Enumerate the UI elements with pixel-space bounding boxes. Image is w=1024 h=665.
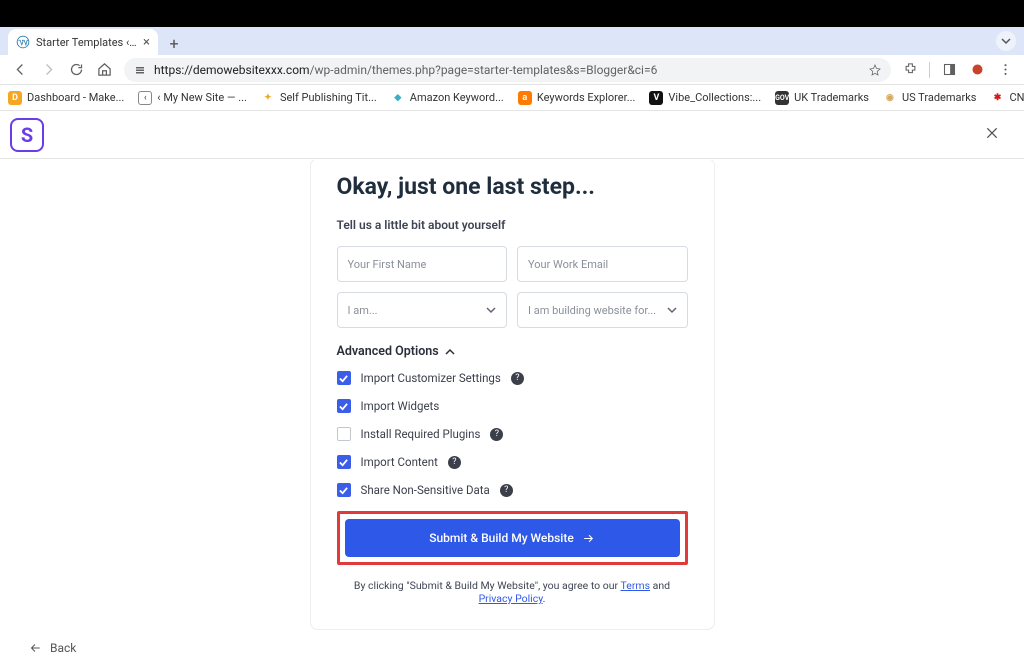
close-icon: [984, 125, 1000, 141]
option-label: Share Non-Sensitive Data: [361, 483, 490, 497]
purpose-select[interactable]: I am building website for...: [517, 292, 688, 328]
tab-overflow-button[interactable]: [996, 31, 1016, 51]
submit-build-button[interactable]: Submit & Build My Website: [345, 519, 680, 557]
extensions-icon[interactable]: [899, 58, 921, 82]
toolbar-divider: [929, 62, 930, 78]
checkbox-share-data[interactable]: [337, 483, 351, 497]
checkbox-import-customizer[interactable]: [337, 371, 351, 385]
site-settings-icon[interactable]: [134, 64, 146, 76]
advanced-options-toggle[interactable]: Advanced Options: [337, 344, 688, 359]
chevron-down-icon: [667, 305, 677, 315]
help-icon[interactable]: ?: [511, 372, 524, 385]
bookmark-item[interactable]: ✱CN Trademarks: [990, 91, 1024, 105]
bookmark-item[interactable]: DDashboard - Make...: [8, 91, 124, 105]
submit-highlight-frame: Submit & Build My Website: [337, 511, 688, 565]
browser-menu-icon[interactable]: [994, 58, 1016, 82]
tab-close-icon[interactable]: ×: [143, 35, 150, 50]
option-label: Import Customizer Settings: [361, 371, 501, 385]
bookmark-item[interactable]: GOVUK Trademarks: [775, 91, 869, 105]
option-row: Import Customizer Settings ?: [337, 371, 688, 385]
chevron-down-icon: [486, 305, 496, 315]
option-row: Install Required Plugins ?: [337, 427, 688, 441]
window-top-border: [0, 0, 1024, 27]
browser-toolbar: https://demowebsitexxx.com/wp-admin/them…: [0, 55, 1024, 85]
help-icon[interactable]: ?: [490, 428, 503, 441]
app-header-bar: S: [0, 111, 1024, 159]
consent-text: By clicking "Submit & Build My Website",…: [337, 579, 688, 605]
new-tab-button[interactable]: +: [162, 31, 186, 55]
page-content: Okay, just one last step... Tell us a li…: [0, 160, 1024, 630]
profile-avatar-icon[interactable]: [966, 58, 988, 82]
nav-forward-button[interactable]: [36, 58, 60, 82]
help-icon[interactable]: ?: [500, 484, 513, 497]
chevron-up-icon: [445, 347, 455, 357]
bookmarks-bar: DDashboard - Make... ‹‹ My New Site — ..…: [0, 85, 1024, 111]
role-select[interactable]: I am...: [337, 292, 508, 328]
back-button[interactable]: Back: [28, 641, 76, 655]
arrow-left-icon: [28, 641, 42, 655]
browser-tab-active[interactable]: Starter Templates ‹ Demo We ×: [8, 29, 158, 55]
option-label: Import Widgets: [361, 399, 440, 413]
privacy-link[interactable]: Privacy Policy: [479, 592, 543, 605]
arrow-right-icon: [582, 532, 595, 545]
option-label: Install Required Plugins: [361, 427, 481, 441]
bookmark-star-icon[interactable]: [869, 64, 881, 76]
side-panel-icon[interactable]: [938, 58, 960, 82]
page-subheading: Tell us a little bit about yourself: [337, 218, 688, 232]
bookmark-item[interactable]: aKeywords Explorer...: [518, 91, 636, 105]
bookmark-item[interactable]: ◆Amazon Keyword...: [391, 91, 504, 105]
work-email-input[interactable]: [517, 246, 688, 282]
nav-back-button[interactable]: [8, 58, 32, 82]
option-label: Import Content: [361, 455, 438, 469]
tab-title: Starter Templates ‹ Demo We: [36, 36, 137, 49]
checkbox-import-widgets[interactable]: [337, 399, 351, 413]
first-name-input[interactable]: [337, 246, 508, 282]
bookmark-item[interactable]: ✦Self Publishing Tit...: [261, 91, 377, 105]
app-logo[interactable]: S: [10, 118, 44, 152]
option-row: Import Widgets: [337, 399, 688, 413]
option-row: Import Content ?: [337, 455, 688, 469]
wordpress-icon: [16, 35, 30, 49]
checkbox-import-content[interactable]: [337, 455, 351, 469]
url-text: https://demowebsitexxx.com/wp-admin/them…: [154, 63, 657, 77]
onboarding-card: Okay, just one last step... Tell us a li…: [310, 160, 715, 630]
option-row: Share Non-Sensitive Data ?: [337, 483, 688, 497]
close-button[interactable]: [984, 125, 1000, 145]
nav-home-button[interactable]: [92, 58, 116, 82]
browser-tab-strip: Starter Templates ‹ Demo We × +: [0, 27, 1024, 55]
bookmark-item[interactable]: ‹‹ My New Site — ...: [138, 91, 247, 105]
page-heading: Okay, just one last step...: [337, 173, 688, 200]
checkbox-install-plugins[interactable]: [337, 427, 351, 441]
bookmark-item[interactable]: VVibe_Collections:...: [649, 91, 761, 105]
nav-reload-button[interactable]: [64, 58, 88, 82]
help-icon[interactable]: ?: [448, 456, 461, 469]
address-bar[interactable]: https://demowebsitexxx.com/wp-admin/them…: [124, 58, 891, 82]
terms-link[interactable]: Terms: [621, 579, 651, 592]
bookmark-item[interactable]: ◉US Trademarks: [883, 91, 976, 105]
